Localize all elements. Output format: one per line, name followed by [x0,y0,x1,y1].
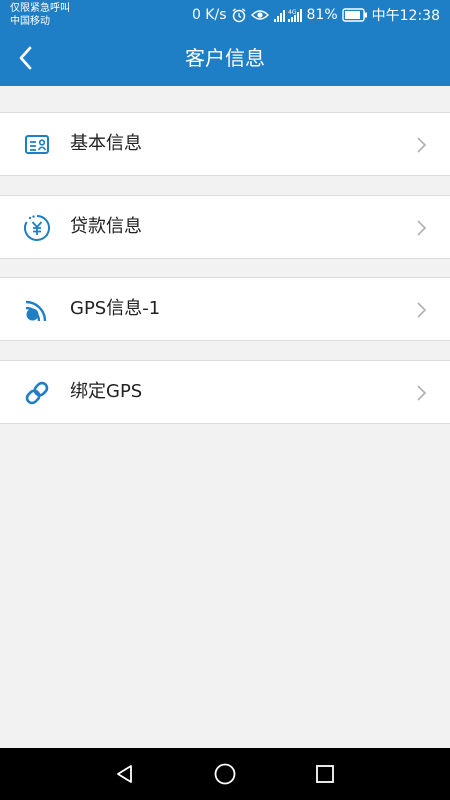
link-icon [25,381,49,405]
signal-icon: 4G [273,7,303,23]
alarm-icon [231,7,247,23]
menu-item-loan-info[interactable]: 贷款信息 [0,195,450,259]
back-triangle-icon [117,765,132,783]
chevron-right-icon [417,137,427,153]
clock-time: 中午12:38 [371,8,440,24]
emergency-call-text: 仅限紧急呼叫 [10,3,70,14]
system-nav-bar [0,748,450,800]
menu-item-basic-info[interactable]: 基本信息 [0,112,450,176]
menu-item-bind-gps[interactable]: 绑定GPS [0,360,450,424]
status-right: 0 K/s 4G 81% 中午12:38 [192,0,440,30]
menu-item-label: 基本信息 [70,133,142,154]
network-type: 4G [288,9,297,16]
status-bar: 仅限紧急呼叫 中国移动 0 K/s 4G 81% 中午12:38 [0,0,450,30]
app-bar: 客户信息 [0,30,450,86]
id-card-icon [25,135,49,154]
gps-signal-icon [25,300,47,322]
carrier-name: 中国移动 [10,16,50,27]
battery-icon [341,8,368,22]
nav-home-button[interactable] [211,760,239,788]
yuan-coin-icon [24,215,50,241]
chevron-right-icon [417,302,427,318]
back-arrow-icon [19,46,32,70]
eye-comfort-icon [250,8,269,22]
chevron-right-icon [417,385,427,401]
home-circle-icon [214,763,236,785]
menu-item-gps-info[interactable]: GPS信息-1 [0,277,450,341]
menu-item-label: 绑定GPS [70,381,143,402]
nav-recents-button[interactable] [311,760,339,788]
menu-item-label: GPS信息-1 [70,298,161,319]
status-left: 仅限紧急呼叫 中国移动 [10,2,70,28]
battery-percent: 81% [306,7,338,23]
nav-back-button[interactable] [111,760,139,788]
page-title: 客户信息 [185,46,265,70]
back-button[interactable] [6,38,46,78]
net-speed: 0 K/s [191,7,227,23]
recents-square-icon [316,765,334,783]
chevron-right-icon [417,220,427,236]
menu-item-label: 贷款信息 [70,216,142,237]
